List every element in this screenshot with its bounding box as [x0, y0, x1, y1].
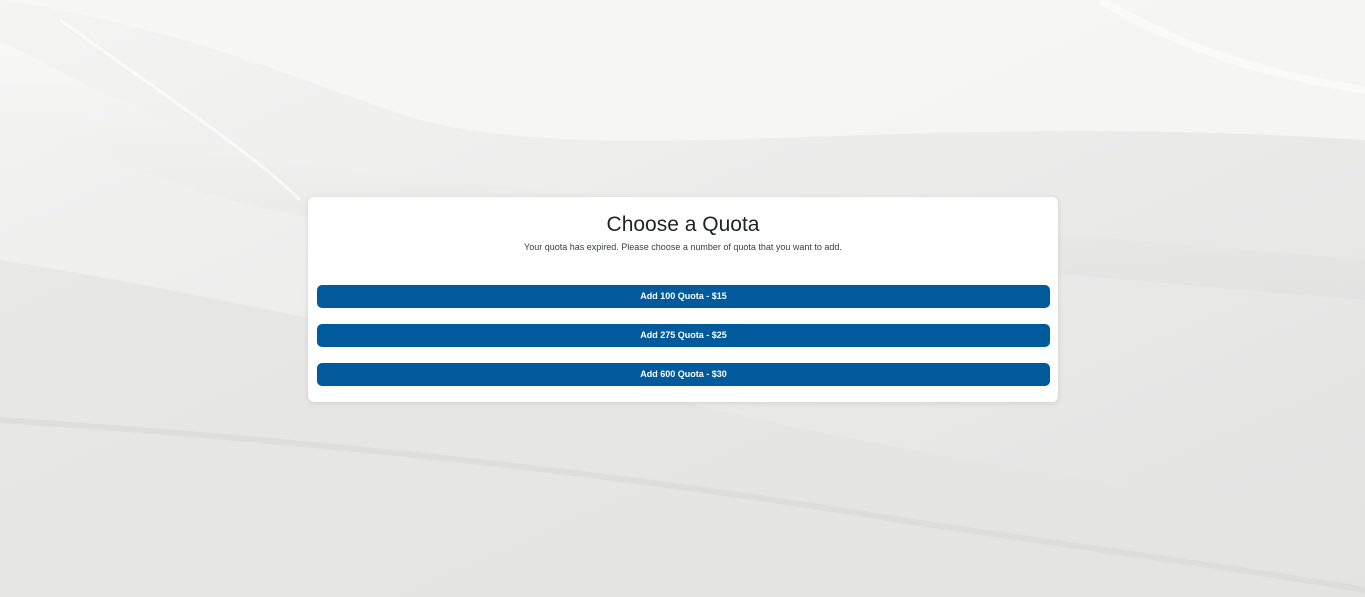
add-100-quota-button[interactable]: Add 100 Quota - $15 — [317, 285, 1050, 308]
add-600-quota-button[interactable]: Add 600 Quota - $30 — [317, 363, 1050, 386]
quota-dialog: Choose a Quota Your quota has expired. P… — [308, 197, 1058, 402]
dialog-subtitle: Your quota has expired. Please choose a … — [524, 242, 842, 252]
quota-options: Add 100 Quota - $15 Add 275 Quota - $25 … — [317, 285, 1050, 402]
add-275-quota-button[interactable]: Add 275 Quota - $25 — [317, 324, 1050, 347]
dialog-title: Choose a Quota — [606, 213, 760, 236]
